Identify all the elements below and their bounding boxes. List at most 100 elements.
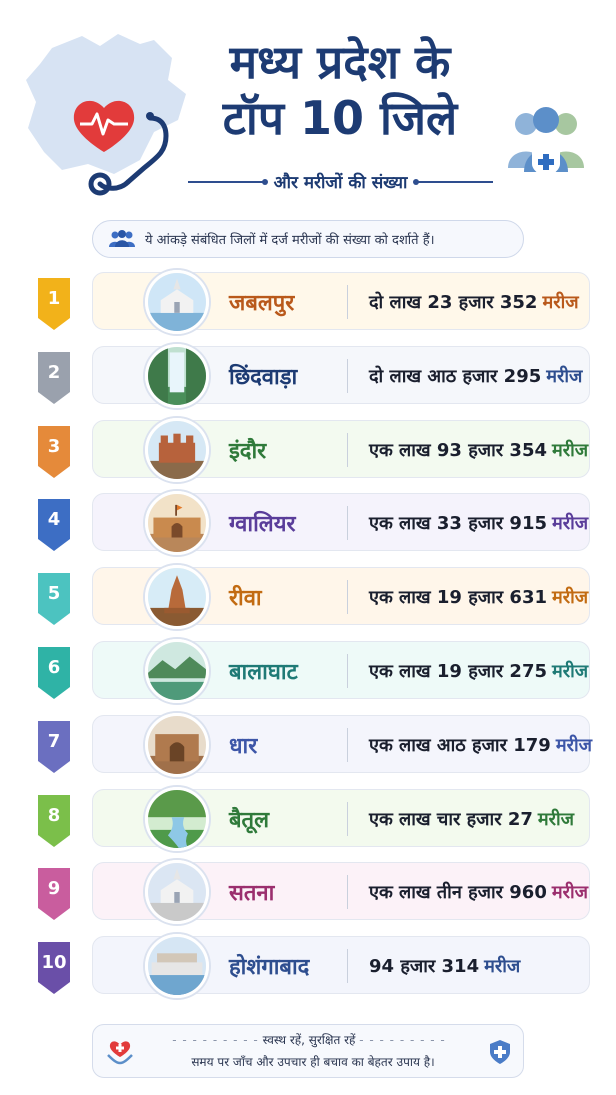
patient-count-value: एक लाख 33 हजार 915 [369,513,547,534]
rank-badge: 9 [36,868,72,920]
landmark-illustration [148,863,206,921]
district-landmark-image [145,787,209,851]
district-name: बैतूल [229,808,270,833]
district-row: 6 बालाघाट एक लाख 19 हजार 275 मरीज [36,639,590,703]
district-name: इंदौर [229,439,267,464]
rank-badge: 7 [36,721,72,773]
patient-count-unit: मरीज [552,587,589,608]
district-card: धार एक लाख आठ हजार 179 मरीज [92,713,592,777]
district-card: होशंगाबाद 94 हजार 314 मरीज [92,934,590,998]
card-divider [347,285,348,319]
rank-number: 4 [47,509,61,530]
district-row: 8 बैतूल एक लाख चार हजार 27 मरीज [36,787,590,851]
patient-count-value: एक लाख 19 हजार 631 [369,587,547,608]
rank-badge: 5 [36,573,72,625]
district-row: 7 धार एक लाख आठ हजार 179 मरीज [36,713,592,777]
district-row: 5 रीवा एक लाख 19 हजार 631 मरीज [36,565,590,629]
page-title: मध्य प्रदेश के टॉप 10 जिले [190,34,490,146]
title-line-1: मध्य प्रदेश के [229,35,451,89]
district-landmark-image [145,860,209,924]
district-name: छिंदवाड़ा [229,365,298,390]
patient-count-unit: मरीज [546,366,583,387]
district-card: बैतूल एक लाख चार हजार 27 मरीज [92,787,590,851]
rank-number: 2 [47,362,61,383]
district-landmark-image [145,565,209,629]
rank-badge: 2 [36,352,72,404]
patient-count-unit: मरीज [555,735,592,756]
footer: - - - - - - - - - स्वस्थ रहें, सुरक्षित … [92,1024,524,1078]
rank-badge: 3 [36,426,72,478]
info-note: ये आंकड़े संबंधित जिलों में दर्ज मरीजों … [92,220,524,258]
district-landmark-image [145,344,209,408]
card-divider [347,580,348,614]
district-row: 9 सतना एक लाख तीन हजार 960 मरीज [36,860,590,924]
landmark-illustration [148,273,206,331]
patient-count: एक लाख 19 हजार 275 मरीज [369,659,588,683]
district-row: 1 जबलपुर दो लाख 23 हजार 352 मरीज [36,270,590,334]
rank-badge: 4 [36,499,72,551]
patient-count-value: 94 हजार 314 [369,956,480,977]
rank-number: 1 [47,288,61,309]
footer-line-1: स्वस्थ रहें, सुरक्षित रहें [262,1033,356,1047]
district-row: 2 छिंदवाड़ा दो लाख आठ हजार 295 मरीज [36,344,590,408]
patient-count-unit: मरीज [552,661,589,682]
rank-number: 6 [47,657,61,678]
card-divider [347,802,348,836]
rank-number: 9 [47,878,61,899]
district-name: बालाघाट [229,660,298,685]
rank-badge: 10 [36,942,72,994]
subtitle-divider-left [188,178,268,185]
district-landmark-image [145,934,209,998]
district-card: छिंदवाड़ा दो लाख आठ हजार 295 मरीज [92,344,590,408]
subtitle: और मरीजों की संख्या [273,173,408,193]
district-name: सतना [229,881,275,906]
district-landmark-image [145,491,209,555]
patient-count-value: दो लाख आठ हजार 295 [369,366,542,387]
patient-count: एक लाख 33 हजार 915 मरीज [369,511,588,535]
rank-number: 8 [47,805,61,826]
patient-count-unit: मरीज [542,292,579,313]
district-card: सतना एक लाख तीन हजार 960 मरीज [92,860,590,924]
patient-count-unit: मरीज [551,882,589,903]
rank-badge: 1 [36,278,72,330]
card-divider [347,506,348,540]
patient-count: एक लाख आठ हजार 179 मरीज [369,733,592,757]
rank-number: 10 [41,952,67,973]
patient-count-unit: मरीज [552,513,589,534]
patient-count-value: एक लाख 93 हजार 354 [369,440,547,461]
district-name: धार [229,734,258,759]
card-divider [347,433,348,467]
rank-number: 3 [47,436,61,457]
patient-count-unit: मरीज [484,956,521,977]
district-row: 3 इंदौर एक लाख 93 हजार 354 मरीज [36,418,590,482]
landmark-illustration [148,421,206,479]
patient-count: दो लाख 23 हजार 352 मरीज [369,290,579,314]
footer-line-2: समय पर जाँच और उपचार ही बचाव का बेहतर उप… [191,1055,435,1069]
patient-count: एक लाख 93 हजार 354 मरीज [369,438,588,462]
district-landmark-image [145,713,209,777]
district-landmark-image [145,418,209,482]
patient-count: 94 हजार 314 मरीज [369,954,520,978]
landmark-illustration [148,568,206,626]
patient-count: दो लाख आठ हजार 295 मरीज [369,364,582,388]
district-name: ग्वालियर [229,512,296,537]
patient-count-value: एक लाख आठ हजार 179 [369,735,551,756]
card-divider [347,728,348,762]
district-card: जबलपुर दो लाख 23 हजार 352 मरीज [92,270,590,334]
note-text: ये आंकड़े संबंधित जिलों में दर्ज मरीजों … [145,233,435,248]
district-row: 10 होशंगाबाद 94 हजार 314 मरीज [36,934,590,998]
card-divider [347,654,348,688]
district-card: ग्वालियर एक लाख 33 हजार 915 मरीज [92,491,590,555]
district-row: 4 ग्वालियर एक लाख 33 हजार 915 मरीज [36,491,590,555]
district-card: इंदौर एक लाख 93 हजार 354 मरीज [92,418,590,482]
patient-count: एक लाख तीन हजार 960 मरीज [369,880,588,904]
district-name: होशंगाबाद [229,955,310,980]
patient-count-unit: मरीज [537,809,575,830]
district-card: रीवा एक लाख 19 हजार 631 मरीज [92,565,590,629]
rank-number: 7 [47,731,61,752]
patient-count-value: एक लाख चार हजार 27 [369,809,533,830]
patient-count: एक लाख चार हजार 27 मरीज [369,807,574,831]
people-icon [109,230,135,247]
district-landmark-image [145,639,209,703]
medical-people-icon [508,107,584,178]
